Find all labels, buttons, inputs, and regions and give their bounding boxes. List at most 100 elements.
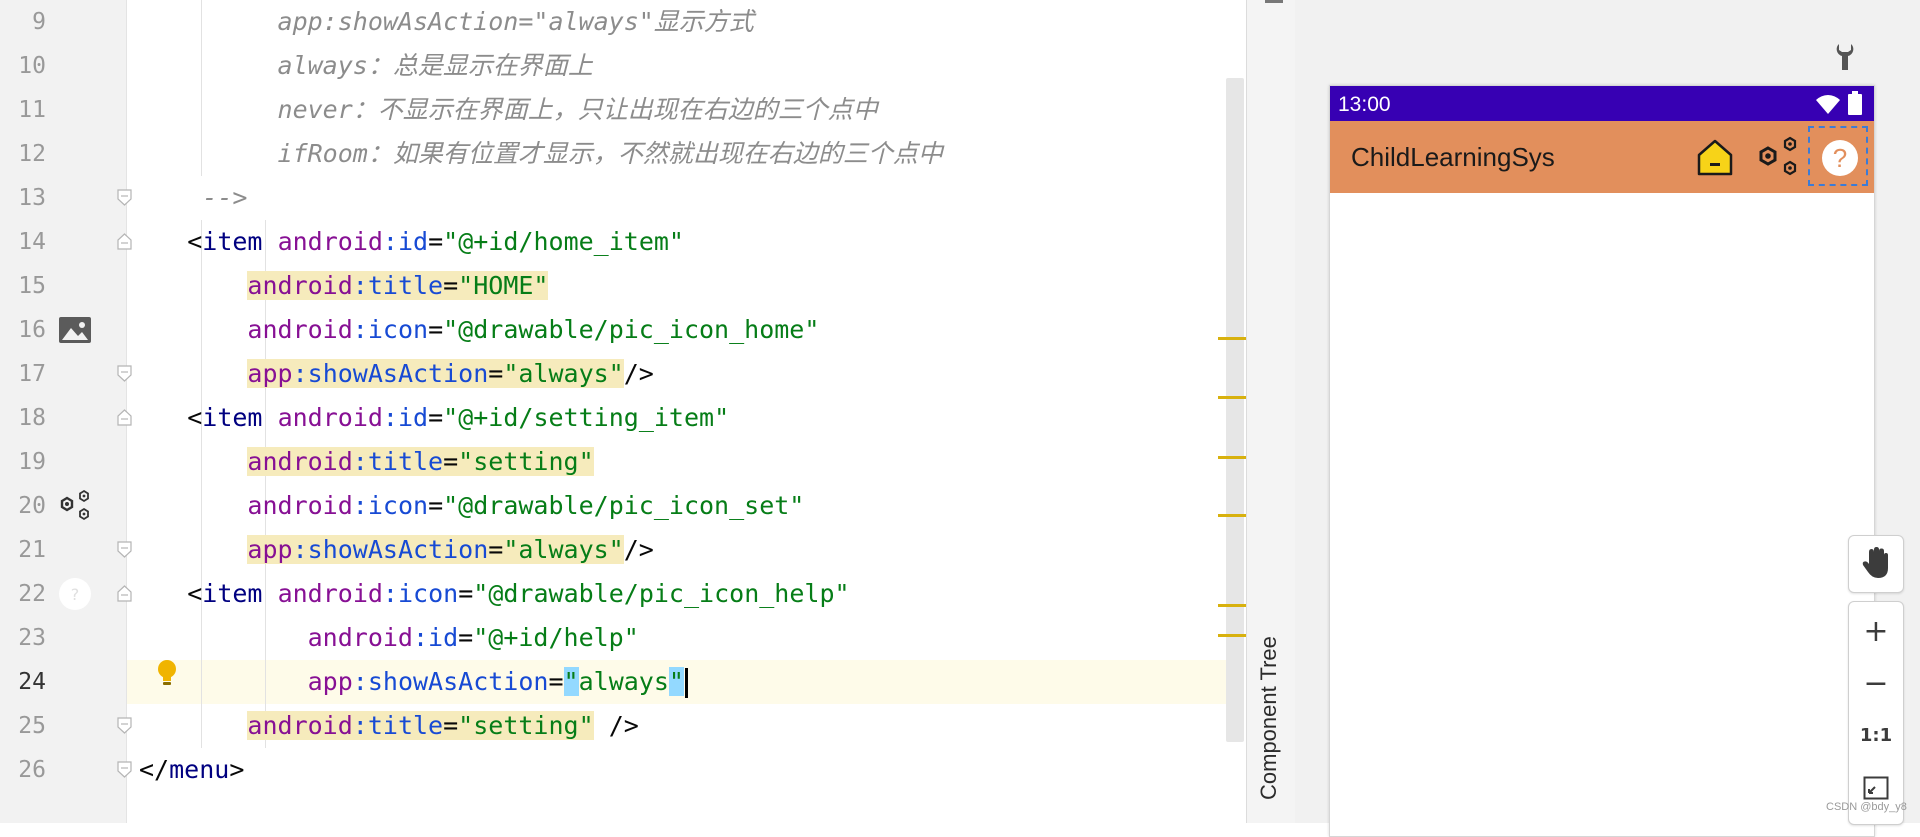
attr-equals: =: [488, 535, 504, 564]
code-line-13[interactable]: -->: [127, 176, 247, 220]
code-line-23[interactable]: android:id="@+id/help": [127, 616, 639, 660]
line-number: 11: [18, 97, 46, 123]
attr-equals: =: [428, 403, 444, 432]
tag-close: />: [593, 711, 639, 740]
attr-value: "setting": [458, 447, 594, 476]
code-line-17[interactable]: app:showAsAction="always"/>: [127, 352, 654, 396]
attr-namespace: android: [247, 447, 353, 476]
code-line-24-current[interactable]: app:showAsAction="always": [127, 660, 688, 704]
code-editor[interactable]: 9 10 11 12 13 14 15 16 17 18 19 20 21 22…: [0, 0, 1246, 823]
warning-marker[interactable]: [1218, 604, 1246, 607]
attr-equals: =: [428, 227, 444, 256]
code-line-26[interactable]: </menu>: [139, 748, 244, 792]
code-line-25[interactable]: android:title="setting" />: [127, 704, 639, 748]
attr-equals: =: [488, 359, 504, 388]
gutter-row: 25: [0, 704, 132, 748]
gutter-row: 21: [0, 528, 132, 572]
zoom-out-button[interactable]: −: [1849, 659, 1903, 709]
attr-equals: =: [443, 711, 459, 740]
attr-colon: :: [352, 667, 368, 696]
line-number: 23: [18, 625, 46, 651]
attr-name: showAsAction: [307, 359, 489, 388]
help-action-selected[interactable]: ?: [1808, 126, 1868, 186]
line-number: 18: [18, 405, 46, 431]
code-line-14[interactable]: <item android:id="@+id/home_item": [127, 220, 684, 264]
attr-namespace: app: [247, 535, 293, 564]
wrench-icon[interactable]: [1832, 42, 1858, 72]
code-line-10[interactable]: always：总是显示在界面上: [127, 44, 593, 88]
settings-preview-icon[interactable]: [58, 489, 92, 523]
attr-equals: =: [458, 579, 474, 608]
attr-name: title: [367, 447, 444, 476]
gutter-row: 17: [0, 352, 132, 396]
warning-marker[interactable]: [1218, 634, 1246, 637]
matched-quote: ": [668, 667, 684, 696]
hand-icon: [1862, 547, 1888, 578]
attr-name: title: [367, 271, 444, 300]
code-line-9[interactable]: app:showAsAction="always"显示方式: [127, 0, 754, 44]
help-preview-icon[interactable]: ?: [58, 577, 92, 611]
warning-marker[interactable]: [1218, 514, 1246, 517]
xml-comment-end: -->: [202, 183, 248, 212]
attr-value: "HOME": [458, 271, 549, 300]
gutter-row: 14: [0, 220, 132, 264]
gutter-row-current: 24: [0, 660, 126, 704]
code-line-12[interactable]: ifRoom：如果有位置才显示，不然就出现在右边的三个点中: [127, 132, 943, 176]
code-line-22[interactable]: <item android:icon="@drawable/pic_icon_h…: [127, 572, 849, 616]
line-number: 17: [18, 361, 46, 387]
actual-size-button[interactable]: 1:1: [1849, 711, 1903, 761]
line-number: 20: [18, 493, 46, 519]
watermark: CSDN @bdy_y8: [1826, 801, 1907, 813]
settings-icon[interactable]: [1756, 135, 1800, 179]
gutter-row: 18: [0, 396, 132, 440]
fold-end-icon[interactable]: [117, 761, 132, 778]
code-line-15[interactable]: android:title="HOME": [127, 264, 549, 308]
line-number: 10: [18, 53, 46, 79]
code-line-21[interactable]: app:showAsAction="always"/>: [127, 528, 654, 572]
gutter-row: 10: [0, 44, 126, 88]
tab-handle: [1265, 0, 1283, 3]
pan-hand-button[interactable]: [1848, 535, 1904, 593]
image-preview-icon[interactable]: [58, 315, 92, 345]
gutter-row: 11: [0, 88, 126, 132]
tag-open: <: [187, 403, 203, 432]
attr-value: "setting": [458, 711, 594, 740]
line-number: 21: [18, 537, 46, 563]
tag-name: item: [202, 403, 263, 432]
battery-icon: [1848, 91, 1862, 115]
zoom-controls: + − 1:1: [1848, 601, 1904, 825]
device-preview: 13:00 ChildLearningSys ?: [1329, 85, 1875, 837]
attr-colon: :: [352, 315, 368, 344]
warning-marker[interactable]: [1218, 456, 1246, 459]
warning-marker[interactable]: [1218, 337, 1246, 340]
tag-open: <: [187, 579, 203, 608]
attr-name: showAsAction: [307, 535, 489, 564]
help-icon: ?: [1822, 140, 1858, 176]
attr-name: icon: [397, 579, 459, 608]
svg-text:?: ?: [71, 585, 80, 604]
code-line-16[interactable]: android:icon="@drawable/pic_icon_home": [127, 308, 819, 352]
gutter-row: 9: [0, 0, 126, 44]
line-number: 12: [18, 141, 46, 167]
zoom-in-button[interactable]: +: [1849, 607, 1903, 657]
attr-value: "always": [503, 535, 624, 564]
warning-marker[interactable]: [1218, 396, 1246, 399]
line-number: 16: [18, 317, 46, 343]
editor-scrollbar[interactable]: [1226, 78, 1244, 742]
attr-namespace: app: [247, 359, 293, 388]
line-number: 14: [18, 229, 46, 255]
line-number: 15: [18, 273, 46, 299]
code-line-20[interactable]: android:icon="@drawable/pic_icon_set": [127, 484, 804, 528]
gutter-row: 13: [0, 176, 132, 220]
line-number: 19: [18, 449, 46, 475]
attr-namespace: android: [307, 623, 413, 652]
attr-value: "@+id/setting_item": [443, 403, 730, 432]
home-icon[interactable]: [1696, 137, 1734, 177]
code-line-18[interactable]: <item android:id="@+id/setting_item": [127, 396, 729, 440]
attr-value: "@+id/home_item": [443, 227, 684, 256]
attr-name: id: [397, 227, 429, 256]
code-line-19[interactable]: android:title="setting": [127, 440, 594, 484]
component-tree-label[interactable]: Component Tree: [1252, 600, 1286, 800]
code-line-11[interactable]: never：不显示在界面上，只让出现在右边的三个点中: [127, 88, 878, 132]
attr-equals: =: [428, 315, 444, 344]
